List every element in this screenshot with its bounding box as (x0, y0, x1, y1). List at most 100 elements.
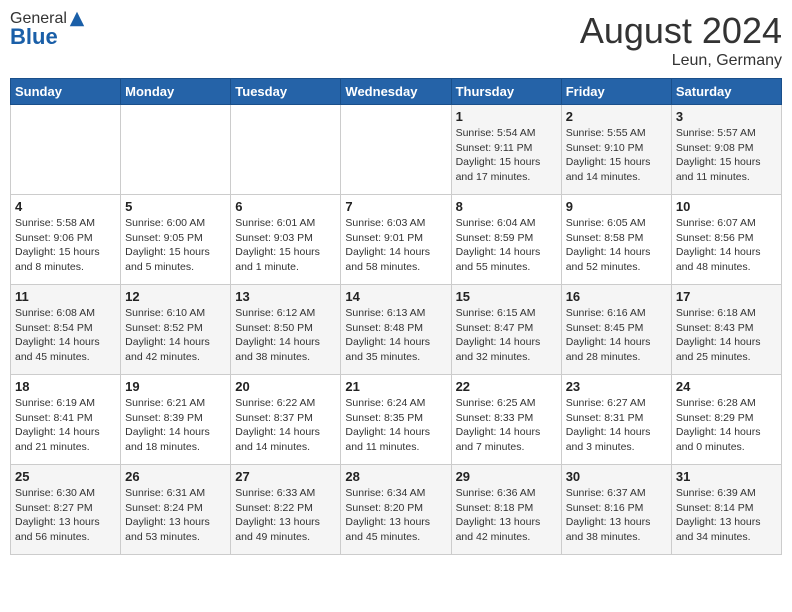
calendar-cell: 10 Sunrise: 6:07 AM Sunset: 8:56 PM Dayli… (671, 195, 781, 285)
day-info: Sunrise: 6:37 AM Sunset: 8:16 PM Dayligh… (566, 486, 667, 545)
day-number: 19 (125, 379, 226, 394)
calendar-cell: 7 Sunrise: 6:03 AM Sunset: 9:01 PM Daylig… (341, 195, 451, 285)
calendar-cell: 23 Sunrise: 6:27 AM Sunset: 8:31 PM Dayli… (561, 375, 671, 465)
day-number: 7 (345, 199, 446, 214)
day-info: Sunrise: 6:04 AM Sunset: 8:59 PM Dayligh… (456, 216, 557, 275)
day-info: Sunrise: 6:13 AM Sunset: 8:48 PM Dayligh… (345, 306, 446, 365)
calendar-cell (121, 105, 231, 195)
logo: General Blue (10, 10, 87, 50)
day-number: 23 (566, 379, 667, 394)
calendar-cell: 26 Sunrise: 6:31 AM Sunset: 8:24 PM Dayli… (121, 465, 231, 555)
calendar-cell: 31 Sunrise: 6:39 AM Sunset: 8:14 PM Dayli… (671, 465, 781, 555)
logo-icon (68, 10, 86, 28)
day-info: Sunrise: 6:01 AM Sunset: 9:03 PM Dayligh… (235, 216, 336, 275)
day-number: 28 (345, 469, 446, 484)
calendar-cell: 3 Sunrise: 5:57 AM Sunset: 9:08 PM Daylig… (671, 105, 781, 195)
calendar-cell: 2Sunrise: 5:55 AM Sunset: 9:10 PM Daylig… (561, 105, 671, 195)
calendar-cell: 15 Sunrise: 6:15 AM Sunset: 8:47 PM Dayli… (451, 285, 561, 375)
calendar-cell (11, 105, 121, 195)
day-info: Sunrise: 6:10 AM Sunset: 8:52 PM Dayligh… (125, 306, 226, 365)
calendar-cell: 20Sunrise: 6:22 AM Sunset: 8:37 PM Dayli… (231, 375, 341, 465)
day-info: Sunrise: 6:28 AM Sunset: 8:29 PM Dayligh… (676, 396, 777, 455)
calendar-header: Sunday Monday Tuesday Wednesday Thursday… (11, 79, 782, 105)
day-number: 16 (566, 289, 667, 304)
day-info: Sunrise: 6:36 AM Sunset: 8:18 PM Dayligh… (456, 486, 557, 545)
day-info: Sunrise: 6:21 AM Sunset: 8:39 PM Dayligh… (125, 396, 226, 455)
header-wednesday: Wednesday (341, 79, 451, 105)
calendar-cell: 14 Sunrise: 6:13 AM Sunset: 8:48 PM Dayli… (341, 285, 451, 375)
day-number: 21 (345, 379, 446, 394)
day-number: 25 (15, 469, 116, 484)
day-info: Sunrise: 6:15 AM Sunset: 8:47 PM Dayligh… (456, 306, 557, 365)
day-number: 10 (676, 199, 777, 214)
calendar-week-1: 4 Sunrise: 5:58 AM Sunset: 9:06 PM Daylig… (11, 195, 782, 285)
logo-blue-text: Blue (10, 24, 58, 49)
day-info: Sunrise: 6:07 AM Sunset: 8:56 PM Dayligh… (676, 216, 777, 275)
calendar-cell: 28 Sunrise: 6:34 AM Sunset: 8:20 PM Dayli… (341, 465, 451, 555)
calendar-cell: 9 Sunrise: 6:05 AM Sunset: 8:58 PM Daylig… (561, 195, 671, 285)
calendar-week-2: 11Sunrise: 6:08 AM Sunset: 8:54 PM Dayli… (11, 285, 782, 375)
day-number: 15 (456, 289, 557, 304)
location-subtitle: Leun, Germany (580, 52, 782, 70)
day-number: 4 (15, 199, 116, 214)
calendar-cell (231, 105, 341, 195)
day-number: 31 (676, 469, 777, 484)
day-info: Sunrise: 6:19 AM Sunset: 8:41 PM Dayligh… (15, 396, 116, 455)
calendar-cell: 19 Sunrise: 6:21 AM Sunset: 8:39 PM Dayli… (121, 375, 231, 465)
calendar-table: Sunday Monday Tuesday Wednesday Thursday… (10, 78, 782, 555)
day-info: Sunrise: 5:57 AM Sunset: 9:08 PM Dayligh… (676, 126, 777, 185)
month-year-title: August 2024 (580, 10, 782, 52)
calendar-cell: 25 Sunrise: 6:30 AM Sunset: 8:27 PM Dayli… (11, 465, 121, 555)
header-tuesday: Tuesday (231, 79, 341, 105)
calendar-cell: 12Sunrise: 6:10 AM Sunset: 8:52 PM Dayli… (121, 285, 231, 375)
day-number: 18 (15, 379, 116, 394)
day-info: Sunrise: 6:18 AM Sunset: 8:43 PM Dayligh… (676, 306, 777, 365)
header-monday: Monday (121, 79, 231, 105)
calendar-cell: 8 Sunrise: 6:04 AM Sunset: 8:59 PM Daylig… (451, 195, 561, 285)
calendar-week-4: 25 Sunrise: 6:30 AM Sunset: 8:27 PM Dayli… (11, 465, 782, 555)
day-number: 24 (676, 379, 777, 394)
day-number: 9 (566, 199, 667, 214)
header-sunday: Sunday (11, 79, 121, 105)
day-info: Sunrise: 6:30 AM Sunset: 8:27 PM Dayligh… (15, 486, 116, 545)
day-info: Sunrise: 6:16 AM Sunset: 8:45 PM Dayligh… (566, 306, 667, 365)
calendar-cell: 30 Sunrise: 6:37 AM Sunset: 8:16 PM Dayli… (561, 465, 671, 555)
day-number: 8 (456, 199, 557, 214)
day-number: 2 (566, 109, 667, 124)
header-friday: Friday (561, 79, 671, 105)
day-number: 14 (345, 289, 446, 304)
day-number: 1 (456, 109, 557, 124)
day-info: Sunrise: 6:31 AM Sunset: 8:24 PM Dayligh… (125, 486, 226, 545)
calendar-cell: 17 Sunrise: 6:18 AM Sunset: 8:43 PM Dayli… (671, 285, 781, 375)
calendar-cell: 13 Sunrise: 6:12 AM Sunset: 8:50 PM Dayli… (231, 285, 341, 375)
day-info: Sunrise: 6:22 AM Sunset: 8:37 PM Dayligh… (235, 396, 336, 455)
day-info: Sunrise: 5:58 AM Sunset: 9:06 PM Dayligh… (15, 216, 116, 275)
calendar-week-3: 18 Sunrise: 6:19 AM Sunset: 8:41 PM Dayli… (11, 375, 782, 465)
calendar-cell: 29Sunrise: 6:36 AM Sunset: 8:18 PM Dayli… (451, 465, 561, 555)
calendar-cell: 5Sunrise: 6:00 AM Sunset: 9:05 PM Daylig… (121, 195, 231, 285)
calendar-cell (341, 105, 451, 195)
day-info: Sunrise: 6:33 AM Sunset: 8:22 PM Dayligh… (235, 486, 336, 545)
day-info: Sunrise: 6:34 AM Sunset: 8:20 PM Dayligh… (345, 486, 446, 545)
day-number: 11 (15, 289, 116, 304)
header-thursday: Thursday (451, 79, 561, 105)
day-info: Sunrise: 6:27 AM Sunset: 8:31 PM Dayligh… (566, 396, 667, 455)
day-number: 13 (235, 289, 336, 304)
day-info: Sunrise: 6:39 AM Sunset: 8:14 PM Dayligh… (676, 486, 777, 545)
day-info: Sunrise: 6:05 AM Sunset: 8:58 PM Dayligh… (566, 216, 667, 275)
day-info: Sunrise: 6:12 AM Sunset: 8:50 PM Dayligh… (235, 306, 336, 365)
calendar-body: 1Sunrise: 5:54 AM Sunset: 9:11 PM Daylig… (11, 105, 782, 555)
day-number: 17 (676, 289, 777, 304)
day-number: 30 (566, 469, 667, 484)
day-number: 27 (235, 469, 336, 484)
day-number: 26 (125, 469, 226, 484)
day-number: 6 (235, 199, 336, 214)
day-info: Sunrise: 6:24 AM Sunset: 8:35 PM Dayligh… (345, 396, 446, 455)
day-number: 3 (676, 109, 777, 124)
day-info: Sunrise: 6:25 AM Sunset: 8:33 PM Dayligh… (456, 396, 557, 455)
calendar-cell: 6 Sunrise: 6:01 AM Sunset: 9:03 PM Daylig… (231, 195, 341, 285)
day-info: Sunrise: 6:03 AM Sunset: 9:01 PM Dayligh… (345, 216, 446, 275)
day-info: Sunrise: 6:00 AM Sunset: 9:05 PM Dayligh… (125, 216, 226, 275)
calendar-cell: 16 Sunrise: 6:16 AM Sunset: 8:45 PM Dayli… (561, 285, 671, 375)
calendar-week-0: 1Sunrise: 5:54 AM Sunset: 9:11 PM Daylig… (11, 105, 782, 195)
